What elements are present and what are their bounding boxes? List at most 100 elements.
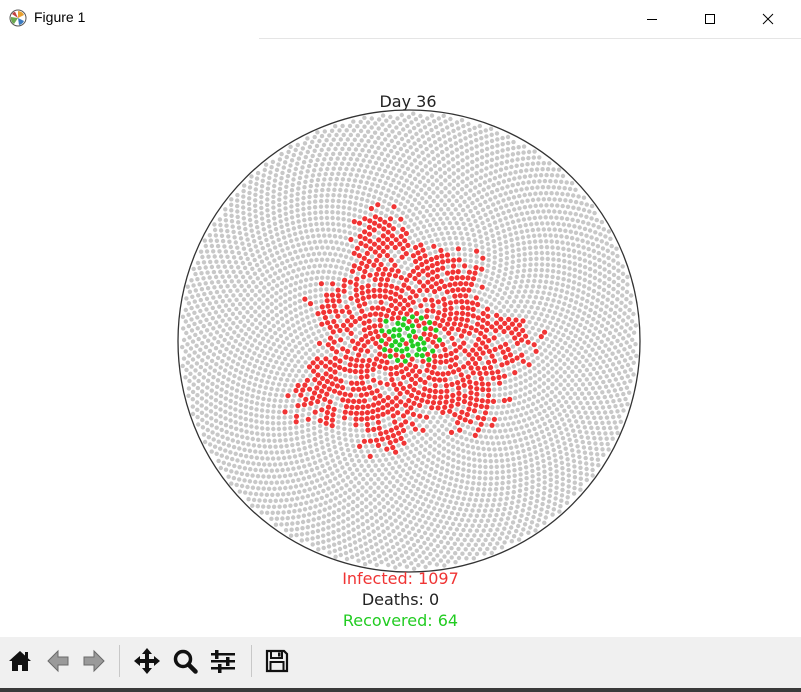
healthy-point (431, 207, 437, 213)
healthy-point (277, 192, 282, 197)
healthy-point (279, 316, 285, 321)
infected-point (453, 299, 459, 305)
healthy-point (296, 350, 301, 355)
healthy-point (522, 174, 528, 179)
healthy-point (581, 373, 586, 378)
healthy-point (447, 220, 453, 226)
healthy-point (340, 451, 346, 457)
healthy-point (247, 196, 252, 201)
healthy-point (539, 244, 544, 250)
infected-point (357, 443, 363, 449)
healthy-point (495, 352, 500, 357)
healthy-point (195, 277, 200, 282)
healthy-point (419, 364, 425, 369)
healthy-point (352, 462, 357, 468)
infected-point (410, 299, 416, 305)
infected-point (516, 331, 522, 337)
healthy-point (584, 461, 589, 466)
healthy-point (624, 322, 630, 327)
infected-point (293, 413, 300, 419)
healthy-point (395, 479, 400, 484)
close-button[interactable] (745, 0, 791, 38)
infected-point (440, 265, 446, 271)
healthy-point (518, 224, 523, 229)
healthy-point (348, 427, 353, 432)
healthy-point (247, 261, 253, 267)
healthy-point (321, 514, 327, 519)
healthy-point (479, 136, 484, 141)
healthy-point (326, 544, 332, 549)
healthy-point (233, 413, 238, 418)
simulation-plot[interactable]: Day 36 (0, 39, 801, 637)
healthy-point (378, 448, 383, 453)
healthy-point (350, 514, 355, 519)
healthy-point (207, 348, 213, 354)
healthy-point (525, 441, 530, 446)
healthy-point (530, 197, 536, 203)
healthy-point (500, 512, 506, 517)
healthy-point (573, 356, 578, 361)
healthy-point (288, 310, 293, 315)
healthy-point (544, 203, 549, 208)
infected-point (394, 386, 400, 392)
healthy-point (529, 421, 535, 426)
healthy-point (278, 288, 284, 293)
healthy-point (486, 416, 492, 422)
healthy-point (548, 233, 553, 238)
healthy-point (264, 256, 270, 261)
healthy-point (368, 501, 373, 506)
infected-point (403, 402, 409, 408)
infected-point (351, 250, 357, 256)
healthy-point (510, 265, 515, 270)
healthy-point (282, 266, 288, 271)
healthy-point (496, 398, 502, 404)
healthy-point (517, 488, 523, 493)
maximize-button[interactable] (687, 0, 733, 38)
healthy-point (231, 229, 236, 235)
infected-point (321, 383, 327, 389)
healthy-point (554, 239, 560, 245)
healthy-point (216, 264, 221, 269)
healthy-point (248, 412, 254, 417)
healthy-point (363, 541, 368, 546)
healthy-point (606, 262, 612, 268)
infected-point (461, 340, 467, 346)
healthy-point (411, 542, 417, 548)
minimize-button[interactable] (629, 0, 675, 38)
healthy-point (586, 313, 592, 319)
infected-point (323, 363, 329, 369)
healthy-point (360, 428, 365, 433)
healthy-point (429, 522, 434, 527)
healthy-point (222, 352, 227, 358)
healthy-point (469, 339, 474, 344)
healthy-point (312, 473, 317, 478)
healthy-point (435, 553, 440, 558)
infected-point (378, 261, 384, 268)
healthy-point (300, 253, 306, 259)
healthy-point (535, 338, 541, 343)
healthy-point (212, 368, 217, 373)
healthy-point (471, 214, 476, 219)
healthy-point (611, 258, 616, 263)
healthy-point (214, 320, 219, 325)
infected-point (459, 305, 466, 311)
healthy-point (294, 532, 299, 538)
healthy-point (220, 318, 225, 323)
healthy-point (306, 518, 311, 524)
infected-point (363, 333, 369, 339)
healthy-point (312, 148, 317, 153)
infected-point (468, 325, 474, 331)
infected-point (407, 272, 413, 278)
healthy-point (545, 250, 550, 256)
healthy-point (408, 248, 413, 253)
healthy-point (587, 280, 592, 285)
healthy-point (236, 225, 242, 230)
healthy-point (409, 181, 414, 186)
healthy-point (245, 340, 250, 345)
infected-point (388, 302, 394, 308)
healthy-point (605, 441, 610, 447)
healthy-point (248, 247, 253, 253)
healthy-point (492, 244, 497, 249)
infected-point (334, 323, 340, 329)
healthy-point (385, 526, 390, 531)
